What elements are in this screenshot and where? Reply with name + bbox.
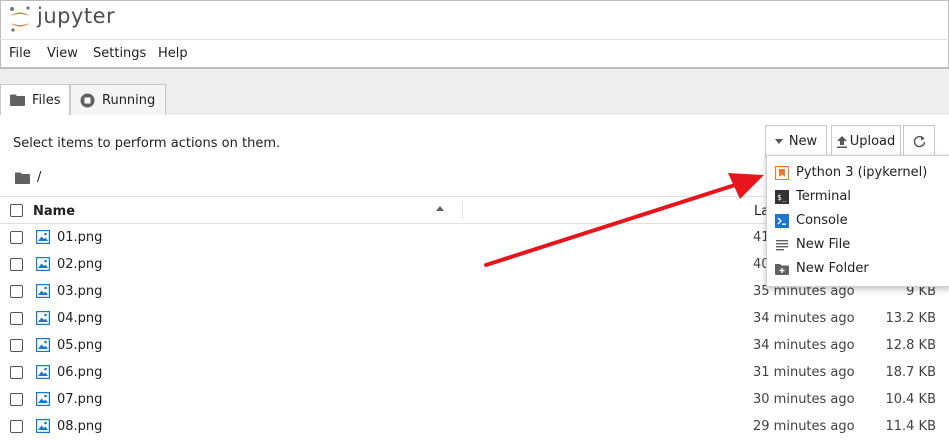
console-icon [775,214,789,228]
menu-item-console-label: Console [796,213,848,228]
file-name[interactable]: 08.png [57,419,102,434]
file-row[interactable]: 05.png 34 minutes ago 12.8 KB [0,332,949,359]
row-checkbox[interactable] [10,393,23,406]
row-checkbox[interactable] [10,339,23,352]
row-checkbox[interactable] [10,258,23,271]
text-file-icon [776,240,788,251]
breadcrumb: / [15,170,41,185]
new-folder-icon [775,264,789,275]
new-launcher-menu: Python 3 (ipykernel) $_ Terminal Console… [766,155,949,287]
file-row[interactable]: 08.png 29 minutes ago 11.4 KB [0,413,949,440]
terminal-icon: $_ [775,190,789,204]
image-file-icon [36,311,50,325]
refresh-icon [913,135,925,148]
file-name[interactable]: 02.png [57,257,102,272]
row-checkbox[interactable] [10,366,23,379]
image-file-icon [36,365,50,379]
menu-item-new-file[interactable]: New File [767,233,949,257]
select-all-checkbox[interactable] [10,204,23,217]
image-file-icon [36,419,50,433]
menu-item-new-folder[interactable]: New Folder [767,257,949,281]
menu-item-terminal[interactable]: $_ Terminal [767,185,949,209]
file-modified: 30 minutes ago [753,392,855,407]
new-button-label: New [788,134,818,149]
image-file-icon [36,338,50,352]
menu-settings[interactable]: Settings [93,46,146,61]
refresh-button[interactable] [903,125,935,158]
file-row[interactable]: 06.png 31 minutes ago 18.7 KB [0,359,949,386]
image-file-icon [36,284,50,298]
image-file-icon [36,230,50,244]
image-file-icon [36,392,50,406]
file-row[interactable]: 07.png 30 minutes ago 10.4 KB [0,386,949,413]
file-name[interactable]: 01.png [57,230,102,245]
selection-hint: Select items to perform actions on them. [13,136,281,151]
file-name[interactable]: 03.png [57,284,102,299]
jupyter-logo-icon [10,6,30,32]
column-resize-handle[interactable] [462,201,463,219]
menu-item-new-file-label: New File [796,237,851,252]
file-size: 11.4 KB [885,419,936,434]
menu-item-python3-label: Python 3 (ipykernel) [796,165,928,180]
menu-view[interactable]: View [47,46,78,61]
file-name[interactable]: 06.png [57,365,102,380]
upload-button-label: Upload [849,134,896,149]
file-size: 18.7 KB [885,365,936,380]
running-stop-icon [80,93,95,108]
folder-icon [10,94,25,106]
file-size: 12.8 KB [885,338,936,353]
brand-wordmark: jupyter [37,4,116,28]
upload-button[interactable]: Upload [831,125,901,158]
file-modified: 34 minutes ago [753,311,855,326]
home-folder-icon[interactable] [15,172,30,184]
tab-files-label: Files [32,92,61,108]
column-name-header[interactable]: Name [33,204,75,219]
menu-item-terminal-label: Terminal [796,189,851,204]
file-row[interactable]: 04.png 34 minutes ago 13.2 KB [0,305,949,332]
menu-bar: File View Settings Help [0,40,949,67]
menu-help[interactable]: Help [158,46,188,61]
file-modified: 31 minutes ago [753,365,855,380]
file-modified: 29 minutes ago [753,419,855,434]
file-name[interactable]: 07.png [57,392,102,407]
menu-file[interactable]: File [9,46,31,61]
python-notebook-icon [775,166,789,180]
caret-down-icon [774,139,783,144]
tab-running[interactable]: Running [70,84,166,116]
menu-item-python3[interactable]: Python 3 (ipykernel) [767,161,949,185]
row-checkbox[interactable] [10,420,23,433]
row-checkbox[interactable] [10,285,23,298]
image-file-icon [36,257,50,271]
menu-item-console[interactable]: Console [767,209,949,233]
file-name[interactable]: 05.png [57,338,102,353]
menu-item-new-folder-label: New Folder [796,261,869,276]
row-checkbox[interactable] [10,312,23,325]
file-size: 13.2 KB [885,311,936,326]
top-bar: jupyter [0,0,949,40]
file-name[interactable]: 04.png [57,311,102,326]
row-checkbox[interactable] [10,231,23,244]
sort-ascending-icon[interactable] [436,206,444,211]
upload-icon [836,135,847,148]
file-size: 10.4 KB [885,392,936,407]
tab-files[interactable]: Files [0,84,70,116]
new-button[interactable]: New [765,125,827,158]
breadcrumb-path[interactable]: / [37,170,41,185]
svg-text:$_: $_ [777,193,787,202]
file-modified: 34 minutes ago [753,338,855,353]
tab-running-label: Running [102,92,156,108]
